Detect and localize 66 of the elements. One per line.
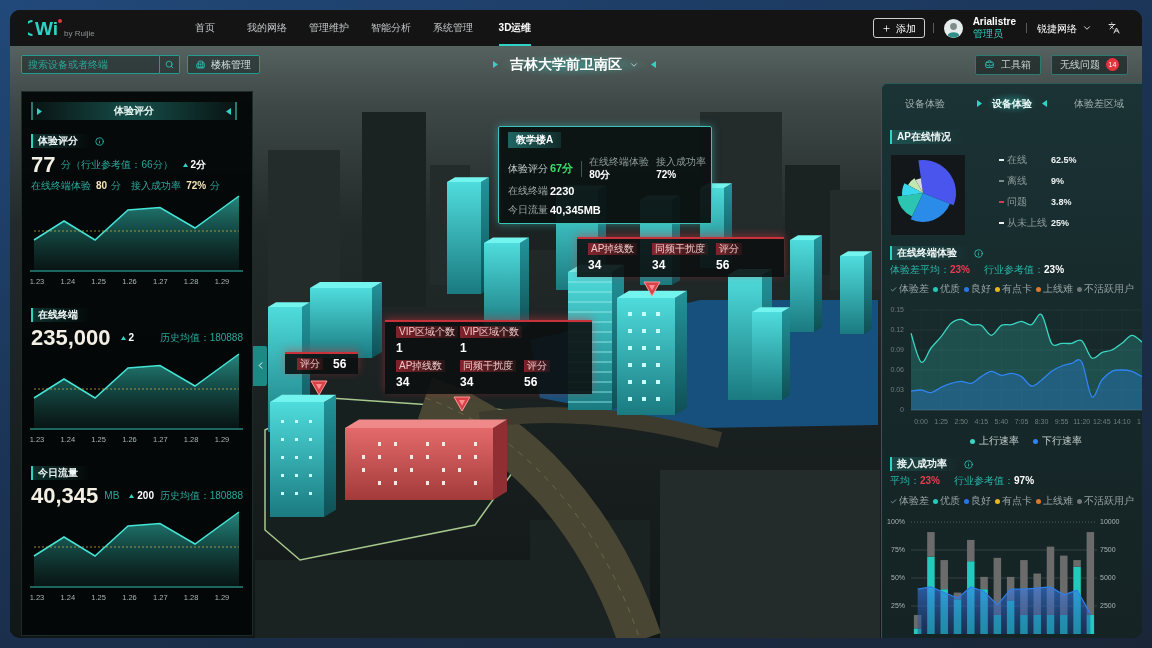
legend-label: 问题 bbox=[1007, 197, 1028, 207]
detail-unit: 分 bbox=[210, 181, 221, 191]
stat-label: 行业参考值： bbox=[954, 476, 1014, 486]
metric-tag: AP掉线数 bbox=[396, 360, 446, 372]
row-label: 在线终端 bbox=[508, 186, 549, 196]
stat-label: 行业参考值： bbox=[984, 265, 1044, 275]
user-role: 管理员 bbox=[972, 28, 1004, 40]
metric-value: 80分 bbox=[589, 170, 612, 180]
metric-value: 1 bbox=[396, 341, 403, 355]
detail-value: 80 bbox=[96, 181, 108, 191]
legend-value: 9% bbox=[1051, 176, 1064, 186]
legend-label: 从未上线 bbox=[1007, 218, 1048, 228]
metric-value: 34 bbox=[460, 375, 474, 389]
stat-value: 97% bbox=[1014, 476, 1035, 486]
user-name: Arialistre bbox=[972, 16, 1016, 28]
delta-value: 2 bbox=[128, 333, 135, 343]
metric-value: 34 bbox=[652, 258, 666, 272]
legend-value: 62.5% bbox=[1051, 155, 1077, 165]
legend-label: 在线 bbox=[1007, 155, 1028, 165]
history-average: 历史均值：180888 bbox=[159, 333, 243, 343]
stat-value: 23% bbox=[1044, 265, 1065, 275]
legend-value: 25% bbox=[1051, 218, 1069, 228]
logo-wordmark: Wi bbox=[35, 18, 59, 38]
score-value: 67分 bbox=[550, 163, 574, 174]
row-value: 2230 bbox=[550, 185, 575, 197]
panel-title: 体验评分 bbox=[114, 106, 154, 116]
metric-value: 34 bbox=[396, 375, 410, 389]
metric-value: 56 bbox=[524, 375, 538, 389]
metric-value: 56 bbox=[716, 258, 730, 272]
stat-label: 体验差平均： bbox=[890, 265, 950, 275]
metric-value: 235,000 bbox=[31, 327, 111, 349]
history-average: 历史均值：180888 bbox=[159, 491, 243, 501]
metric-tag: VIP区域个数 bbox=[460, 326, 523, 338]
metric-tag: 评分 bbox=[716, 243, 742, 255]
stat-value: 23% bbox=[920, 476, 940, 486]
metric-tag: 评分 bbox=[524, 360, 550, 372]
building-name-tag: 教学楼A bbox=[508, 132, 562, 148]
row-label: 今日流量 bbox=[508, 205, 549, 215]
metric-value: 1 bbox=[460, 341, 467, 355]
row-value: 40,345MB bbox=[550, 204, 601, 216]
metric-unit: 分（行业参考值：66分） bbox=[61, 160, 173, 170]
metric-unit: MB bbox=[104, 491, 120, 501]
stat-label: 平均： bbox=[890, 476, 920, 486]
metric-tag: 同频干扰度 bbox=[460, 360, 516, 372]
metric-tag: VIP区域个数 bbox=[396, 326, 459, 338]
detail-value: 72% bbox=[186, 181, 207, 191]
delta-value: 2分 bbox=[190, 160, 207, 170]
detail-label: 接入成功率 bbox=[131, 181, 182, 191]
stat-value: 23% bbox=[950, 265, 970, 275]
metric-tag: 评分 bbox=[297, 358, 323, 370]
legend-value: 3.8% bbox=[1051, 197, 1072, 207]
metric-value: 72% bbox=[656, 170, 678, 180]
metric-value: 40,345 bbox=[31, 485, 99, 507]
detail-unit: 分 bbox=[111, 181, 122, 191]
metric-tag: AP掉线数 bbox=[588, 243, 638, 255]
score-label: 体验评分 bbox=[508, 163, 549, 174]
logo-tagline: by Ruijie bbox=[64, 30, 95, 38]
metric-tag: 同频干扰度 bbox=[652, 243, 708, 255]
delta-value: 200 bbox=[137, 491, 154, 501]
detail-label: 在线终端体验 bbox=[31, 181, 91, 191]
metric-value: 77 bbox=[31, 154, 56, 176]
metric-value: 34 bbox=[588, 258, 602, 272]
metric-label: 接入成功率 bbox=[656, 157, 707, 167]
metric-value: 56 bbox=[333, 358, 347, 370]
legend-label: 离线 bbox=[1007, 176, 1028, 186]
metric-label: 在线终端体验 bbox=[589, 157, 650, 167]
